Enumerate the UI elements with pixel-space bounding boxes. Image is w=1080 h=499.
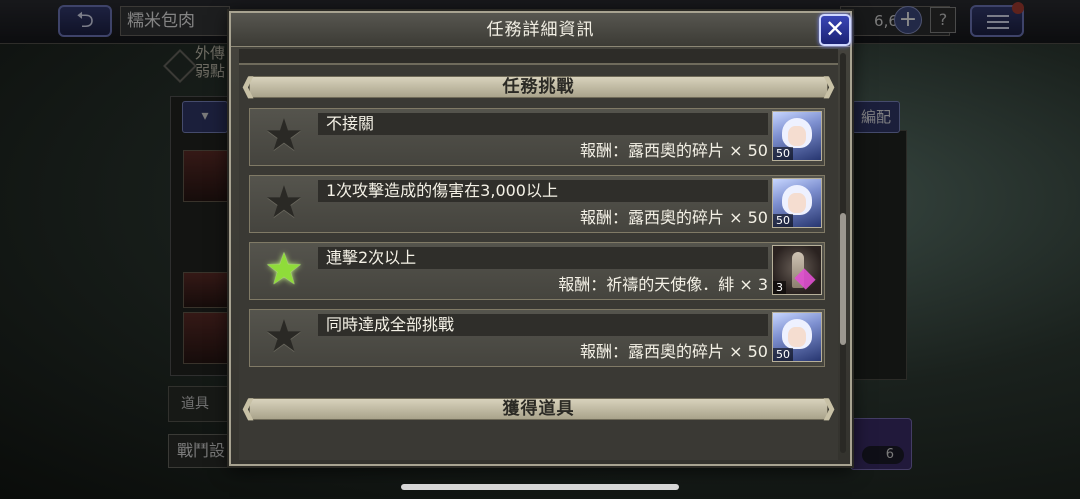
right-panel: [852, 130, 907, 380]
achievement-star-container: ★: [250, 109, 318, 165]
lucio-portrait-icon[interactable]: 50: [772, 178, 822, 228]
lucio-portrait-icon[interactable]: 50: [772, 312, 822, 362]
reward-quantity: 50: [773, 348, 793, 361]
help-icon[interactable]: ?: [930, 7, 956, 33]
mission-row[interactable]: ★ 連擊2次以上報酬：祈禱的天使像．緋 × 3 3: [249, 242, 825, 300]
mission-reward: 報酬：露西奧的碎片 × 50: [580, 141, 768, 160]
mission-reward: 報酬：露西奧的碎片 × 50: [580, 208, 768, 227]
star-achieved-icon: ★: [264, 244, 304, 295]
star-empty-icon: ★: [264, 110, 304, 161]
character-thumbnail[interactable]: [183, 272, 229, 308]
mission-title: 不接關: [326, 114, 375, 133]
close-button[interactable]: ✕: [819, 14, 851, 46]
reward-quantity: 3: [773, 281, 786, 294]
mission-title: 1次攻擊造成的傷害在3,000以上: [326, 181, 558, 200]
mission-title: 同時達成全部挑戰: [326, 315, 455, 334]
diamond-icon: [163, 49, 197, 83]
items-tab[interactable]: 道具: [168, 386, 236, 422]
items-section-header: ❰ ❱ 獲得道具: [239, 395, 838, 425]
scrollbar-thumb[interactable]: [840, 213, 846, 345]
add-currency-button[interactable]: +: [894, 6, 922, 34]
mission-reward: 報酬：祈禱的天使像．緋 × 3: [558, 275, 768, 294]
achievement-star-container: ★: [250, 176, 318, 232]
achievement-star-container: ★: [250, 310, 318, 366]
character-thumbnail[interactable]: [183, 150, 229, 202]
lucio-portrait-icon[interactable]: 50: [772, 111, 822, 161]
notification-badge: [1012, 2, 1024, 14]
game-screen: ⮌ 糯米包肉 6,621 + ? 外傳 弱點 ▾ 道具 戰鬥設 編配 6 任務詳…: [0, 0, 1080, 499]
back-icon: ⮌: [76, 8, 94, 33]
section-title: 獲得道具: [502, 399, 575, 419]
reward-quantity: 50: [773, 214, 793, 227]
battle-settings-button[interactable]: 戰鬥設: [168, 434, 234, 468]
home-indicator[interactable]: [401, 484, 679, 490]
back-button[interactable]: ⮌: [58, 5, 112, 37]
mission-reward: 報酬：露西奧的碎片 × 50: [580, 342, 768, 361]
character-thumbnail[interactable]: [183, 312, 229, 364]
previous-section-edge: [239, 49, 838, 65]
stamina-count: 6: [862, 446, 904, 464]
achievement-star-container: ★: [250, 243, 318, 299]
star-empty-icon: ★: [264, 177, 304, 228]
section-title: 任務挑戰: [502, 77, 575, 97]
mission-title: 連擊2次以上: [326, 248, 417, 267]
mission-row[interactable]: ★ 不接關報酬：露西奧的碎片 × 50 50: [249, 108, 825, 166]
mission-row[interactable]: ★ 1次攻擊造成的傷害在3,000以上報酬：露西奧的碎片 × 50 50: [249, 175, 825, 233]
dialog-title: 任務詳細資訊: [486, 20, 595, 40]
angel-statue-icon[interactable]: 3: [772, 245, 822, 295]
side-label: 外傳 弱點: [195, 44, 226, 80]
obtained-items-area: [249, 423, 828, 460]
mission-row[interactable]: ★ 同時達成全部挑戰報酬：露西奧的碎片 × 50 50: [249, 309, 825, 367]
star-empty-icon: ★: [264, 311, 304, 362]
mission-details-dialog: 任務詳細資訊 ✕ ❰ ❱ 任務挑戰 ★ 不接關報酬：露西奧的碎片 × 50 50 ★ 1…: [229, 11, 852, 466]
dialog-body[interactable]: ❰ ❱ 任務挑戰 ★ 不接關報酬：露西奧的碎片 × 50 50 ★ 1次攻擊造成的傷害在…: [239, 49, 838, 460]
challenges-section-header: ❰ ❱ 任務挑戰: [239, 73, 838, 103]
dropdown-button[interactable]: ▾: [182, 101, 228, 133]
player-name: 糯米包肉: [120, 6, 230, 36]
dialog-header: 任務詳細資訊 ✕: [231, 13, 851, 47]
edit-button[interactable]: 編配: [852, 101, 900, 133]
reward-quantity: 50: [773, 147, 793, 160]
close-icon: ✕: [824, 15, 846, 43]
